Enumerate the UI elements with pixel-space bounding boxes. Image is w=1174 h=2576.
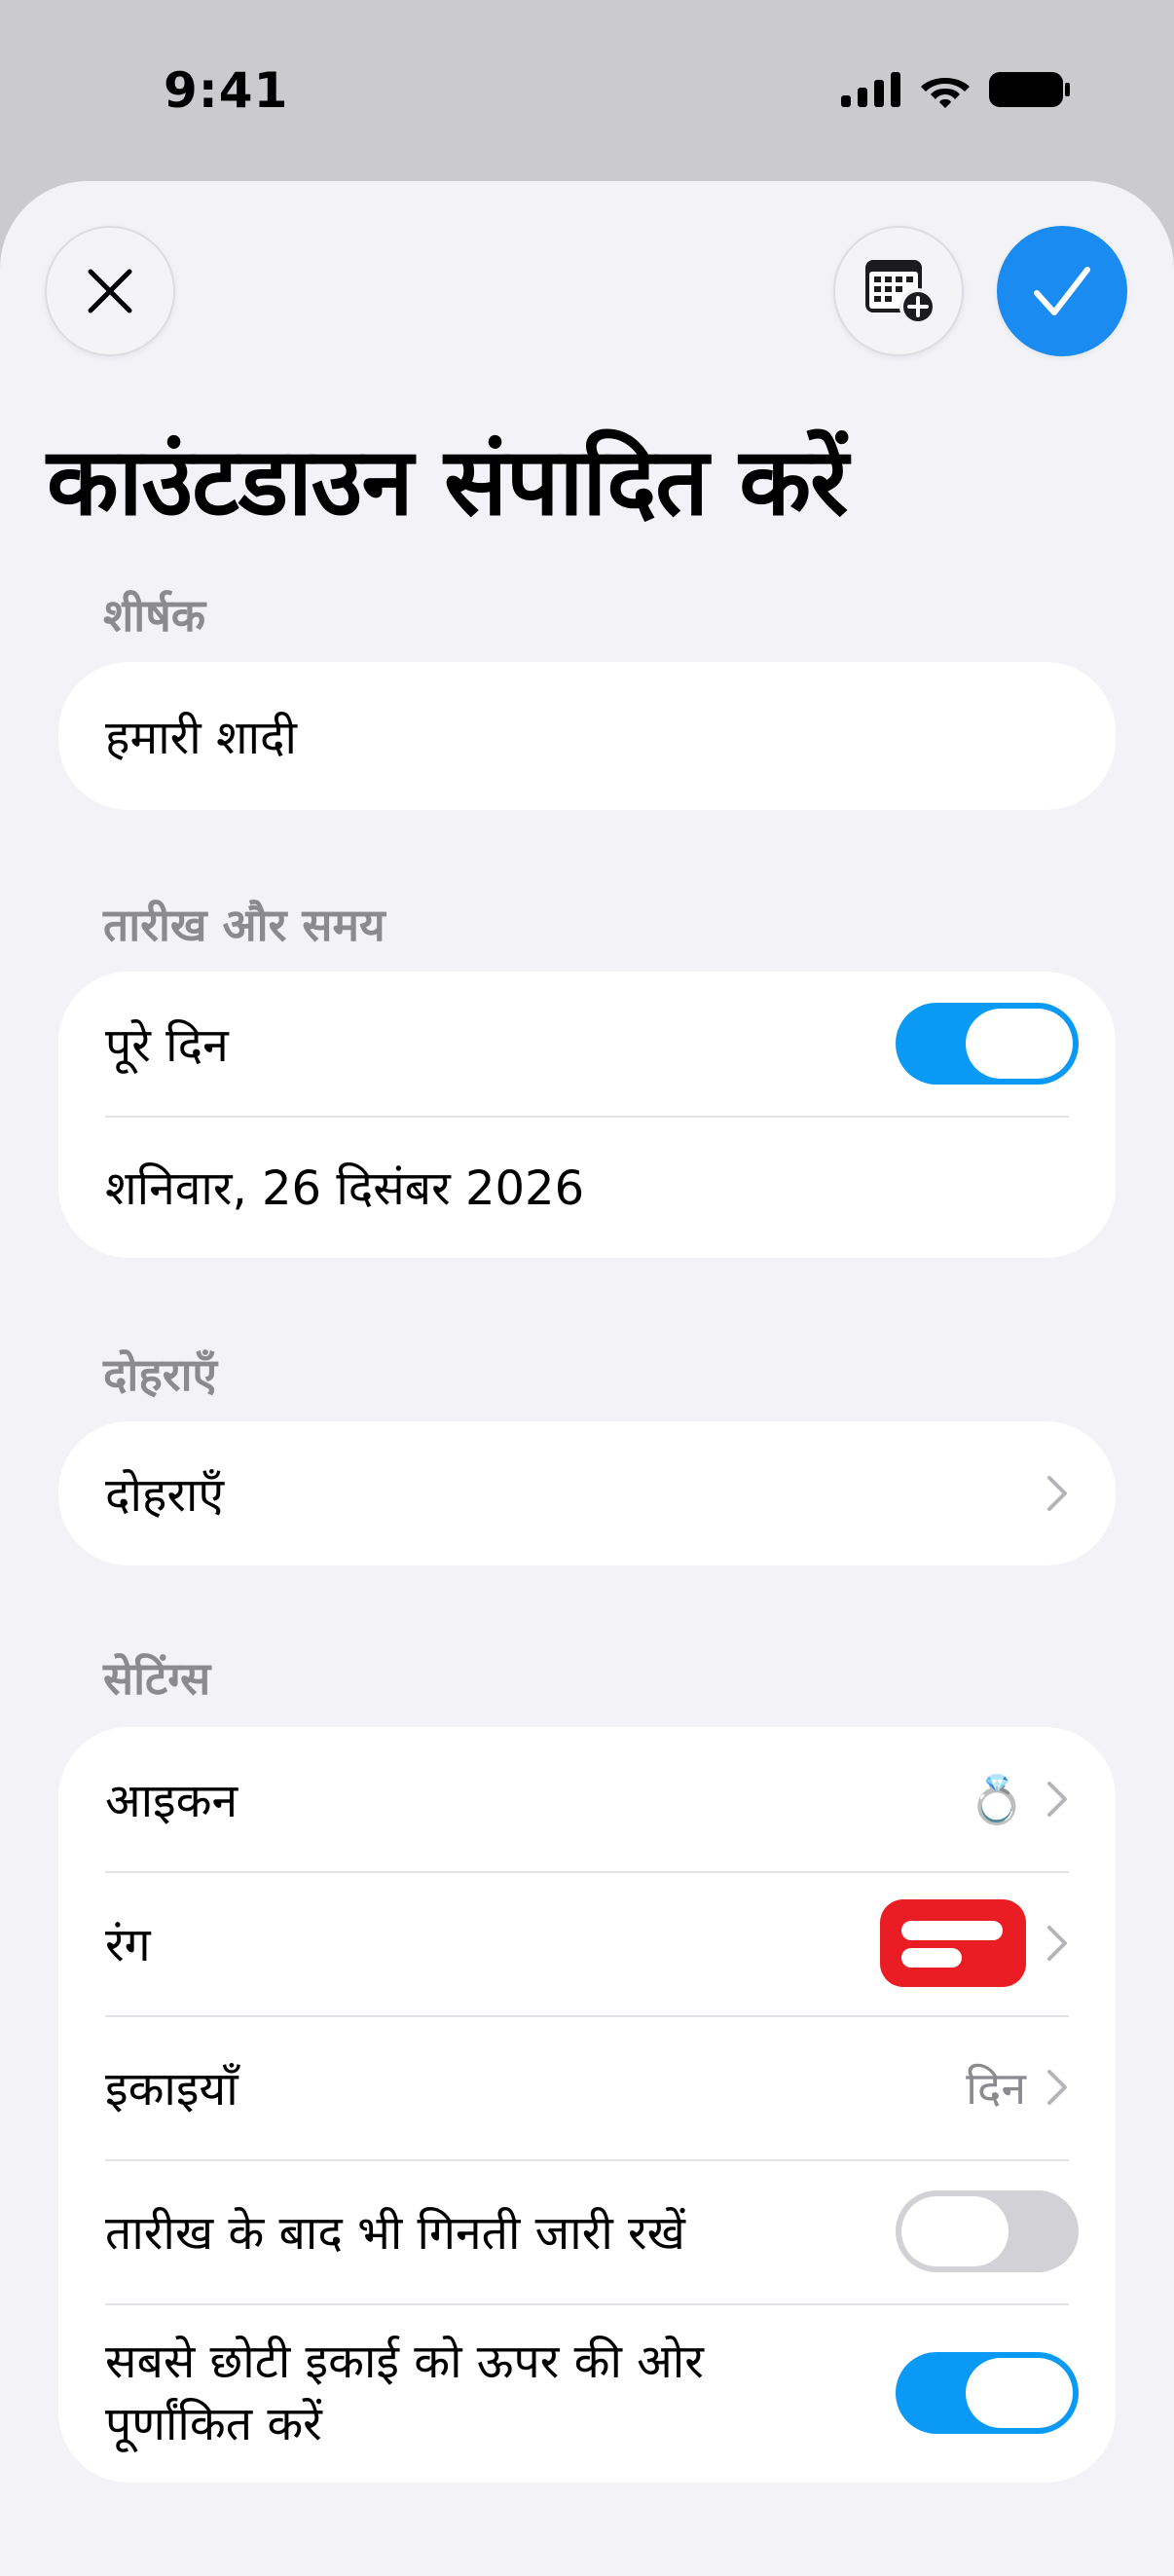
units-value: दिन: [966, 2062, 1026, 2115]
icon-row[interactable]: आइकन 💍: [58, 1727, 1116, 1871]
units-row[interactable]: इकाइयाँ दिन: [58, 2015, 1116, 2159]
edit-countdown-sheet: काउंटडाउन संपादित करें शीर्षक हमारी शादी…: [0, 181, 1174, 2576]
color-swatch: [880, 1899, 1026, 1987]
settings-section-label: सेटिंग्स: [103, 1652, 211, 1705]
color-row[interactable]: रंग: [58, 1871, 1116, 2015]
chevron-right-icon: [1047, 1926, 1067, 1961]
round-up-label: सबसे छोटी इकाई को ऊपर की ओर पूर्णांकित क…: [105, 2335, 704, 2451]
date-row[interactable]: शनिवार, 26 दिसंबर 2026: [58, 1116, 1116, 1258]
cellular-signal-icon: [841, 72, 900, 107]
battery-icon: [989, 72, 1070, 107]
repeat-row[interactable]: दोहराएँ: [58, 1421, 1116, 1565]
repeat-section-label: दोहराएँ: [103, 1348, 217, 1401]
status-time: 9:41: [164, 62, 289, 119]
close-button[interactable]: [45, 226, 175, 356]
confirm-button[interactable]: [997, 226, 1127, 356]
checkmark-icon: [1034, 267, 1090, 315]
chevron-right-icon: [1047, 1782, 1067, 1817]
round-up-row: सबसे छोटी इकाई को ऊपर की ओर पूर्णांकित क…: [58, 2303, 1116, 2483]
wifi-icon: [921, 78, 970, 108]
add-to-calendar-button[interactable]: [833, 226, 964, 356]
continue-counting-toggle[interactable]: [896, 2190, 1079, 2272]
chevron-right-icon: [1047, 2070, 1067, 2105]
continue-counting-row: तारीख के बाद भी गिनती जारी रखें: [58, 2159, 1116, 2303]
repeat-card: दोहराएँ: [58, 1421, 1116, 1565]
status-icons: [841, 70, 1071, 109]
datetime-card: पूरे दिन शनिवार, 26 दिसंबर 2026: [58, 972, 1116, 1258]
all-day-row: पूरे दिन: [58, 972, 1116, 1116]
round-up-toggle[interactable]: [896, 2352, 1079, 2434]
units-label: इकाइयाँ: [105, 2061, 238, 2116]
continue-counting-label: तारीख के बाद भी गिनती जारी रखें: [105, 2205, 685, 2261]
title-input[interactable]: हमारी शादी: [58, 662, 1116, 810]
all-day-toggle[interactable]: [896, 1003, 1079, 1085]
icon-label: आइकन: [105, 1773, 238, 1828]
title-card: हमारी शादी: [58, 662, 1116, 810]
repeat-row-label: दोहराएँ: [105, 1467, 225, 1523]
title-input-value: हमारी शादी: [105, 710, 297, 765]
settings-card: आइकन 💍 रंग इकाइयाँ दिन तारीख के बाद भी ग…: [58, 1727, 1116, 2483]
title-section-label: शीर्षक: [103, 589, 206, 642]
status-bar: 9:41: [0, 0, 1174, 185]
calendar-add-icon: [865, 260, 936, 325]
close-icon: [88, 269, 132, 313]
all-day-label: पूरे दिन: [105, 1017, 229, 1073]
color-label: रंग: [105, 1917, 151, 1972]
chevron-right-icon: [1047, 1476, 1067, 1511]
page-title: काउंटडाउन संपादित करें: [47, 427, 848, 536]
ring-icon: 💍: [968, 1772, 1026, 1827]
datetime-section-label: तारीख और समय: [103, 899, 385, 951]
date-value: शनिवार, 26 दिसंबर 2026: [105, 1160, 585, 1216]
